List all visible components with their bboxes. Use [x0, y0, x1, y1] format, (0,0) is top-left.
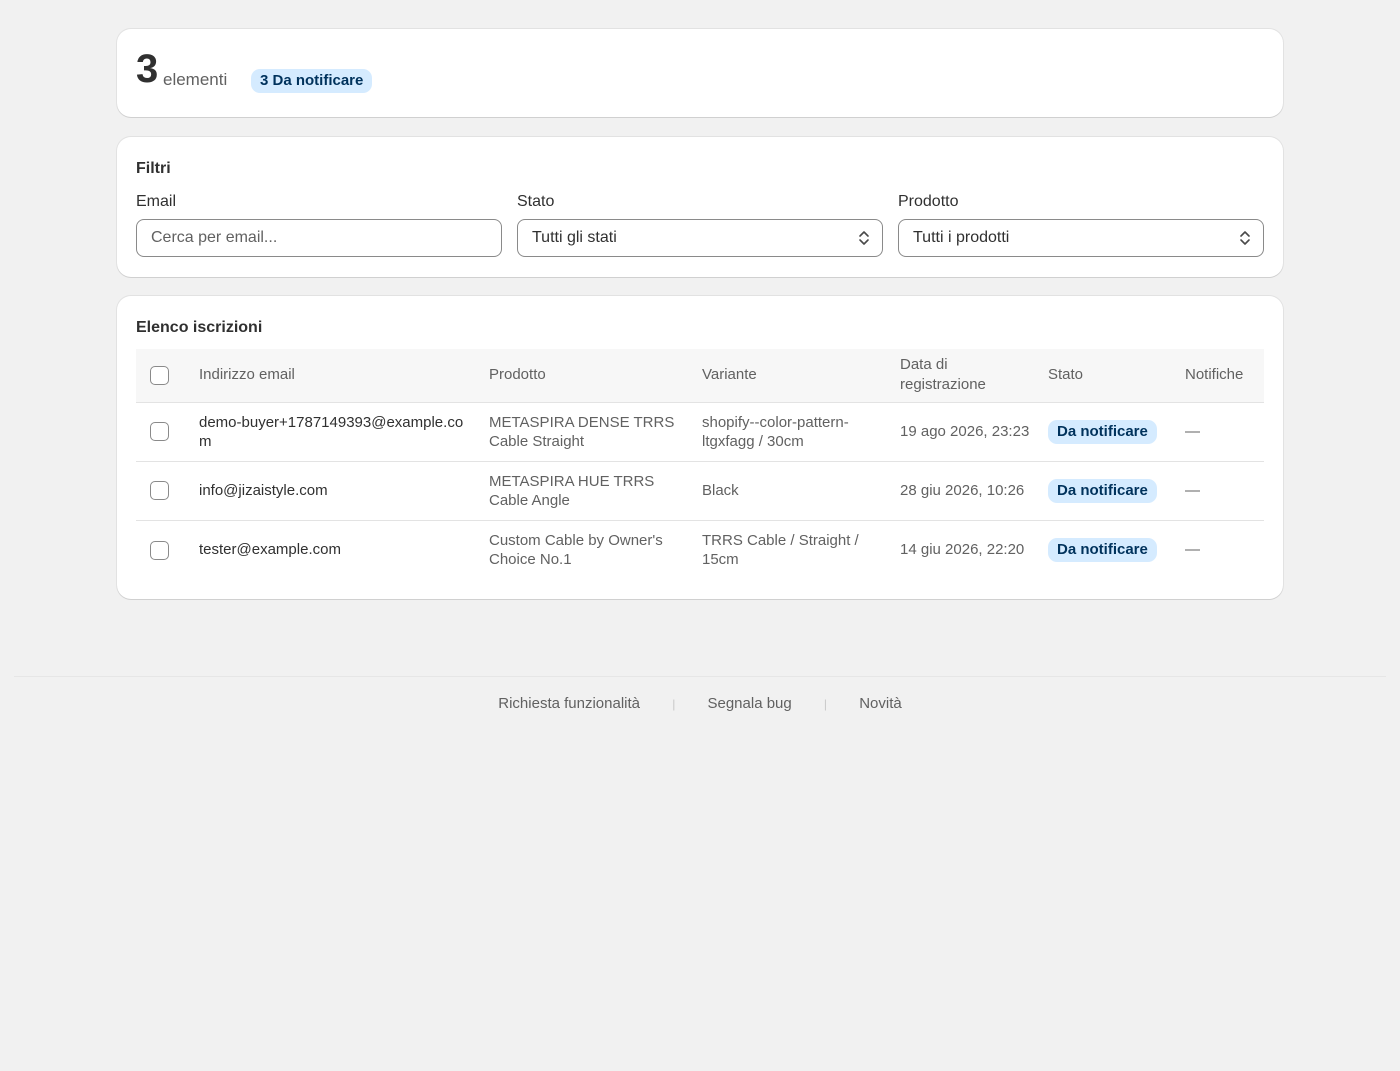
row-checkbox[interactable]: [150, 422, 169, 442]
item-count: 3: [136, 47, 159, 91]
email-filter-label: Email: [136, 193, 177, 210]
state-select-value: Tutti gli stati: [532, 229, 617, 246]
row-product: METASPIRA DENSE TRRS Cable Straight: [489, 413, 675, 450]
page: 3 elementi 3 Da notificare Filtri Email …: [0, 0, 1400, 1071]
header-date: Data di registrazione: [900, 356, 986, 394]
email-search-input[interactable]: Cerca per email...: [136, 219, 502, 257]
footer-separator: |: [672, 697, 676, 711]
feature-request-link[interactable]: Richiesta funzionalità: [498, 695, 640, 712]
pending-notification-badge: 3 Da notificare: [251, 69, 373, 93]
product-select[interactable]: Tutti i prodotti: [898, 219, 1264, 257]
select-chevron-icon: [859, 231, 869, 245]
header-variant: Variante: [702, 366, 757, 384]
row-checkbox[interactable]: [150, 540, 169, 560]
row-variant: Black: [702, 482, 739, 499]
header-email: Indirizzo email: [199, 366, 295, 384]
row-email: info@jizaistyle.com: [199, 482, 328, 499]
state-filter-label: Stato: [517, 193, 555, 210]
header-product: Prodotto: [489, 366, 546, 384]
row-variant: TRRS Cable / Straight / 15cm: [702, 531, 859, 568]
product-filter-label: Prodotto: [898, 193, 959, 210]
footer-separator: |: [823, 697, 828, 711]
table-row[interactable]: info@jizaistyle.com METASPIRA HUE TRRS C…: [136, 461, 1264, 520]
row-product: Custom Cable by Owner's Choice No.1: [489, 531, 663, 568]
product-select-value: Tutti i prodotti: [913, 229, 1010, 246]
status-badge: Da notificare: [1048, 537, 1157, 562]
report-bug-link[interactable]: Segnala bug: [707, 695, 791, 712]
table-header-row: Indirizzo email Prodotto Variante Data d…: [136, 349, 1264, 402]
footer-divider: [14, 676, 1386, 677]
row-product: METASPIRA HUE TRRS Cable Angle: [489, 472, 655, 509]
row-date: 28 giu 2026, 10:26: [900, 482, 1025, 499]
table-row[interactable]: tester@example.com Custom Cable by Owner…: [136, 520, 1264, 579]
table-row[interactable]: demo-buyer+1787149393@example.com METASP…: [136, 402, 1264, 461]
row-date: 14 giu 2026, 22:20: [900, 541, 1025, 559]
select-chevron-icon: [1240, 231, 1250, 245]
row-notifications: —: [1185, 482, 1200, 499]
footer-links: Richiesta funzionalità | Segnala bug | N…: [0, 694, 1400, 714]
summary-card: 3 elementi 3 Da notificare: [117, 29, 1283, 117]
select-all-checkbox[interactable]: [150, 365, 169, 385]
status-badge: Da notificare: [1048, 478, 1157, 503]
filters-title: Filtri: [136, 160, 171, 177]
row-checkbox[interactable]: [150, 481, 169, 501]
filters-card: Filtri Email Cerca per email... Stato Tu…: [117, 137, 1283, 277]
subscriptions-card: Elenco iscrizioni Indirizzo email Prodot…: [117, 296, 1283, 599]
subscriptions-table: Indirizzo email Prodotto Variante Data d…: [136, 349, 1264, 579]
row-email: demo-buyer+1787149393@example.com: [199, 413, 464, 450]
row-variant: shopify--color-pattern-ltgxfagg / 30cm: [702, 413, 849, 450]
header-notifications: Notifiche: [1185, 366, 1244, 384]
news-link[interactable]: Novità: [859, 695, 902, 712]
item-count-label: elementi: [163, 70, 228, 89]
row-notifications: —: [1185, 541, 1200, 559]
subscriptions-title: Elenco iscrizioni: [136, 319, 263, 336]
header-state: Stato: [1048, 366, 1084, 384]
status-badge: Da notificare: [1048, 419, 1157, 444]
row-date: 19 ago 2026, 23:23: [900, 423, 1030, 440]
row-notifications: —: [1185, 423, 1200, 440]
state-select[interactable]: Tutti gli stati: [517, 219, 883, 257]
row-email: tester@example.com: [199, 541, 341, 559]
